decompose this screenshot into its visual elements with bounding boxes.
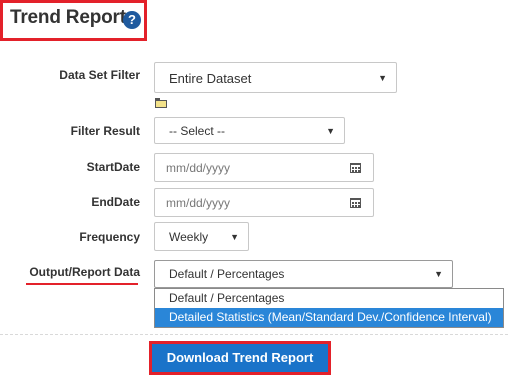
end-date-placeholder: mm/dd/yyyy bbox=[166, 196, 231, 210]
calendar-icon[interactable] bbox=[350, 162, 361, 173]
calendar-icon[interactable] bbox=[350, 197, 361, 208]
filter-result-value: -- Select -- bbox=[169, 124, 226, 138]
frequency-select[interactable]: Weekly ▼ bbox=[154, 222, 249, 251]
page-title-highlight: Trend Report ? bbox=[0, 0, 147, 41]
chevron-down-icon: ▼ bbox=[326, 126, 335, 136]
output-report-data-select[interactable]: Default / Percentages ▼ bbox=[154, 260, 453, 288]
output-report-data-options: Default / Percentages Detailed Statistic… bbox=[154, 288, 504, 328]
folder-icon[interactable] bbox=[155, 98, 167, 108]
start-date-input[interactable]: mm/dd/yyyy bbox=[154, 153, 374, 182]
frequency-label: Frequency bbox=[79, 230, 140, 244]
divider bbox=[0, 334, 508, 335]
start-date-label: StartDate bbox=[86, 160, 140, 174]
frequency-value: Weekly bbox=[169, 230, 209, 244]
data-set-filter-value: Entire Dataset bbox=[169, 71, 252, 86]
chevron-down-icon: ▼ bbox=[378, 73, 387, 83]
data-set-filter-label: Data Set Filter bbox=[59, 68, 140, 82]
dropdown-option-detailed-statistics[interactable]: Detailed Statistics (Mean/Standard Dev./… bbox=[155, 308, 503, 327]
start-date-placeholder: mm/dd/yyyy bbox=[166, 161, 231, 175]
download-trend-report-button[interactable]: Download Trend Report bbox=[152, 344, 328, 372]
end-date-label: EndDate bbox=[91, 195, 140, 209]
filter-result-select[interactable]: -- Select -- ▼ bbox=[154, 117, 345, 144]
page-title: Trend Report bbox=[10, 7, 126, 28]
question-circle-icon[interactable]: ? bbox=[123, 11, 141, 29]
chevron-down-icon: ▼ bbox=[230, 232, 239, 242]
filter-result-label: Filter Result bbox=[70, 124, 140, 138]
chevron-down-icon: ▼ bbox=[434, 269, 443, 279]
output-report-data-label: Output/Report Data bbox=[29, 265, 140, 279]
data-set-filter-select[interactable]: Entire Dataset ▼ bbox=[154, 62, 397, 93]
output-report-data-value: Default / Percentages bbox=[169, 267, 285, 281]
label-highlight-underline bbox=[26, 283, 138, 285]
end-date-input[interactable]: mm/dd/yyyy bbox=[154, 188, 374, 217]
dropdown-option-default[interactable]: Default / Percentages bbox=[155, 289, 503, 308]
